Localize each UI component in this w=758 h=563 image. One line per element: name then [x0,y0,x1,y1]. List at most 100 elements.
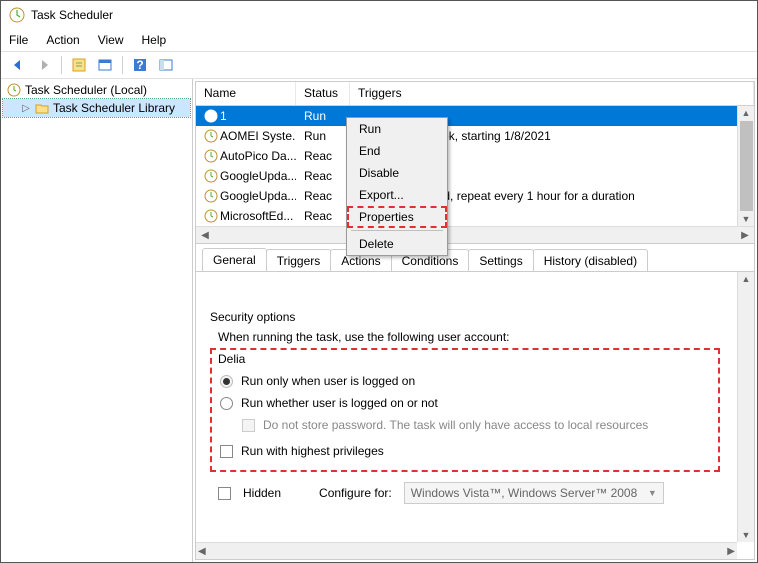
radio-logged-on[interactable] [220,375,233,388]
clock-icon [204,169,218,183]
scroll-up-icon[interactable]: ▲ [742,272,751,286]
configure-for-value: Windows Vista™, Windows Server™ 2008 [411,486,638,500]
tree-library[interactable]: ▷ Task Scheduler Library [3,99,190,117]
ctx-separator [351,230,443,231]
scroll-left-icon[interactable]: ◀ [198,546,206,557]
menu-view[interactable]: View [98,33,124,47]
task-status: Reac [296,169,350,183]
clock-icon [204,149,218,163]
radio-logged-on-label: Run only when user is logged on [241,374,415,388]
app-icon [9,7,25,23]
clock-icon [204,109,218,123]
opt-highest-row: Run with highest privileges [220,440,710,462]
scroll-down-icon[interactable]: ▼ [742,528,751,542]
scroll-right-icon[interactable]: ▶ [727,546,735,557]
back-button[interactable] [7,54,29,76]
checkbox-nostore[interactable] [242,419,255,432]
panel-vertical-scrollbar[interactable]: ▲ ▼ [737,272,754,542]
svg-text:?: ? [136,58,143,72]
scroll-left-icon[interactable]: ◀ [198,230,212,241]
table-row[interactable]: GoogleUpda...Reac y - After triggered, r… [196,186,754,206]
configure-for-select[interactable]: Windows Vista™, Windows Server™ 2008 ▼ [404,482,664,504]
menu-bar: File Action View Help [1,29,757,51]
account-desc: When running the task, use the following… [218,330,740,344]
toolbar-separator [122,56,123,74]
table-row[interactable]: GoogleUpda...Reac ined [196,166,754,186]
panel-horizontal-scrollbar[interactable]: ◀ ▶ [196,542,737,559]
task-status: Reac [296,149,350,163]
title-bar: Task Scheduler [1,1,757,29]
tree-root[interactable]: Task Scheduler (Local) [3,81,190,99]
task-name: 1 [220,109,227,123]
ctx-run[interactable]: Run [347,118,447,140]
tree-root-label: Task Scheduler (Local) [25,83,147,97]
checkbox-nostore-label: Do not store password. The task will onl… [263,418,648,432]
task-name: GoogleUpda... [220,189,296,203]
main-panel: Name Status Triggers 1RunAOMEI Syste...R… [195,81,755,560]
radio-whether[interactable] [220,397,233,410]
account-name: Delia [218,352,710,366]
scroll-right-icon[interactable]: ▶ [738,230,752,241]
tab-triggers[interactable]: Triggers [266,249,332,272]
task-status: Reac [296,189,350,203]
security-options-label: Security options [210,310,740,324]
scroll-down-icon[interactable]: ▼ [742,212,751,226]
toolbar: ? [1,51,757,79]
col-triggers[interactable]: Triggers [350,82,754,105]
help-tool-button[interactable]: ? [129,54,151,76]
general-footer: Hidden Configure for: Windows Vista™, Wi… [210,472,740,514]
forward-button[interactable] [33,54,55,76]
properties-tool-button[interactable] [94,54,116,76]
configure-for-label: Configure for: [319,486,392,500]
toolbar-separator [61,56,62,74]
tab-settings[interactable]: Settings [468,249,533,272]
refresh-button[interactable] [68,54,90,76]
ctx-delete[interactable]: Delete [347,233,447,255]
tab-history[interactable]: History (disabled) [533,249,648,272]
tree-library-label: Task Scheduler Library [53,101,175,115]
menu-file[interactable]: File [9,33,28,47]
list-body: 1RunAOMEI Syste...Run day of every week,… [196,106,754,226]
task-status: Reac [296,209,350,223]
task-name: AutoPico Da... [220,149,296,163]
task-status: Run [296,109,350,123]
ctx-properties[interactable]: Properties [347,206,447,228]
checkbox-hidden[interactable] [218,487,231,500]
security-options-highlight: Delia Run only when user is logged on Ru… [210,348,720,472]
clock-icon [204,209,218,223]
folder-icon [35,101,49,115]
menu-action[interactable]: Action [46,33,79,47]
horizontal-scrollbar[interactable]: ◀ ▶ [196,226,754,243]
scroll-up-icon[interactable]: ▲ [742,106,751,120]
col-name[interactable]: Name [196,82,296,105]
expand-icon[interactable]: ▷ [21,103,31,114]
opt-logged-on-row: Run only when user is logged on [220,370,710,392]
detail-tabs: General Triggers Actions Conditions Sett… [196,244,754,271]
ctx-disable[interactable]: Disable [347,162,447,184]
checkbox-hidden-label: Hidden [243,486,281,500]
vertical-scrollbar[interactable]: ▲ ▼ [737,106,754,226]
clock-icon [204,129,218,143]
task-name: MicrosoftEd... [220,209,293,223]
table-row[interactable]: 1 Run [196,106,754,126]
panel-tool-button[interactable] [155,54,177,76]
tab-general[interactable]: General [202,248,267,271]
checkbox-highest[interactable] [220,445,233,458]
ctx-end[interactable]: End [347,140,447,162]
table-row[interactable]: AutoPico Da...Reac ay [196,146,754,166]
table-row[interactable]: AOMEI Syste...Run day of every week, sta… [196,126,754,146]
ctx-export[interactable]: Export... [347,184,447,206]
opt-nostore-row: Do not store password. The task will onl… [220,414,710,436]
chevron-down-icon: ▼ [648,488,657,498]
menu-help[interactable]: Help [142,33,167,47]
task-list: Name Status Triggers 1RunAOMEI Syste...R… [196,82,754,244]
navigation-tree: Task Scheduler (Local) ▷ Task Scheduler … [1,79,193,562]
checkbox-highest-label: Run with highest privileges [241,444,384,458]
scroll-thumb[interactable] [740,121,753,211]
clock-icon [7,83,21,97]
col-status[interactable]: Status [296,82,350,105]
table-row[interactable]: MicrosoftEd...Reac ined [196,206,754,226]
task-status: Run [296,129,350,143]
general-panel: Security options When running the task, … [196,271,754,559]
radio-whether-label: Run whether user is logged on or not [241,396,438,410]
